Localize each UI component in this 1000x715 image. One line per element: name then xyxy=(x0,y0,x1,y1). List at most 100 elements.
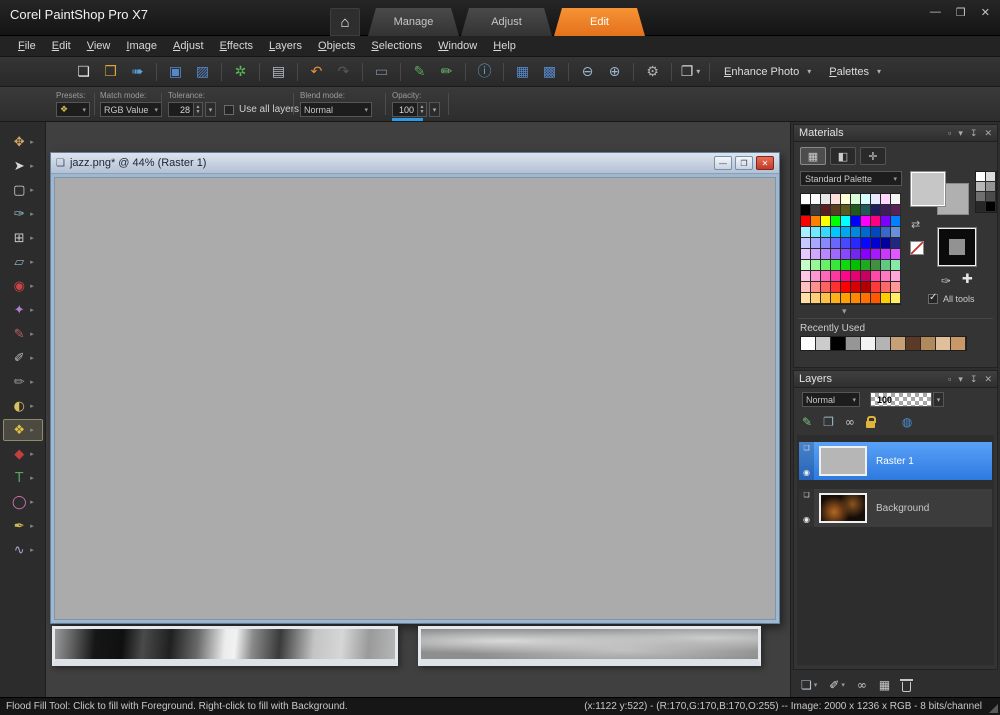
palette-swatch[interactable] xyxy=(841,282,851,293)
color-changer-tool[interactable]: ◆ ▸ xyxy=(3,443,43,465)
new-mask-button[interactable]: ✐ ▾ xyxy=(829,678,845,692)
recent-swatch[interactable] xyxy=(801,337,816,350)
layer-thumbnail[interactable] xyxy=(819,493,867,523)
flyout-arrow-icon[interactable]: ▸ xyxy=(30,378,34,386)
gray-swatch[interactable] xyxy=(976,182,986,192)
palette-swatch[interactable] xyxy=(851,271,861,282)
maximize-icon[interactable]: ❒ xyxy=(956,6,966,19)
panel-frame-icon[interactable]: ▫ xyxy=(948,128,951,138)
save-button[interactable]: ▣ xyxy=(163,60,188,84)
palette-swatch[interactable] xyxy=(821,216,831,227)
palette-swatch[interactable] xyxy=(821,238,831,249)
palette-swatch[interactable] xyxy=(871,249,881,260)
palette-swatch[interactable] xyxy=(851,293,861,304)
palette-swatch[interactable] xyxy=(801,216,811,227)
opacity-input[interactable]: 100 xyxy=(392,102,418,117)
batch-brush-button[interactable]: ✏ xyxy=(434,60,459,84)
palette-swatch[interactable] xyxy=(851,260,861,271)
flyout-arrow-icon[interactable]: ▸ xyxy=(30,186,34,194)
palette-swatch[interactable] xyxy=(801,205,811,216)
palette-swatch[interactable] xyxy=(891,238,901,249)
blend-mode-select[interactable]: Normal ▾ xyxy=(300,102,372,117)
review-brush-button[interactable]: ✎ xyxy=(407,60,432,84)
palette-swatch[interactable] xyxy=(861,293,871,304)
tolerance-slider-button[interactable]: ▾ xyxy=(205,102,216,117)
print-button[interactable]: ▤ xyxy=(266,60,291,84)
palette-swatch[interactable] xyxy=(871,293,881,304)
palette-swatch[interactable] xyxy=(891,205,901,216)
palette-swatch[interactable] xyxy=(871,227,881,238)
panel-close-icon[interactable]: ✕ xyxy=(984,128,992,139)
recent-swatch[interactable] xyxy=(831,337,846,350)
flyout-arrow-icon[interactable]: ▸ xyxy=(30,330,34,338)
palette-swatch[interactable] xyxy=(801,293,811,304)
palette-swatch[interactable] xyxy=(811,282,821,293)
palette-swatch[interactable] xyxy=(831,227,841,238)
materials-header[interactable]: Materials ▫ ▾ ↧ ✕ xyxy=(794,125,997,142)
eyedropper-icon[interactable]: ✑ xyxy=(941,274,951,288)
palette-swatch[interactable] xyxy=(871,205,881,216)
frame-view-button[interactable]: ▦ xyxy=(800,147,826,165)
menu-item-selections[interactable]: Selections xyxy=(363,37,430,55)
palette-swatch[interactable] xyxy=(871,260,881,271)
palette-swatch[interactable] xyxy=(811,194,821,205)
background-document-window-2[interactable] xyxy=(418,626,761,666)
layer-row-raster-1[interactable]: ❏ ◉ Raster 1 xyxy=(799,442,992,480)
palette-swatch[interactable] xyxy=(841,238,851,249)
new-layer-button[interactable]: ❏ ▾ xyxy=(801,678,817,692)
palette-swatch[interactable] xyxy=(891,293,901,304)
menu-item-help[interactable]: Help xyxy=(485,37,524,55)
palette-swatch[interactable] xyxy=(871,282,881,293)
menu-item-objects[interactable]: Objects xyxy=(310,37,363,55)
palette-swatch[interactable] xyxy=(841,271,851,282)
palette-swatch[interactable] xyxy=(811,227,821,238)
panel-menu-icon[interactable]: ▾ xyxy=(958,128,963,139)
palette-swatch[interactable] xyxy=(821,249,831,260)
warp-brush-tool[interactable]: ∿ ▸ xyxy=(3,539,43,561)
red-eye-tool[interactable]: ◉ ▸ xyxy=(3,275,43,297)
layer-opacity-widget[interactable]: 100 xyxy=(870,392,932,407)
copy-special-button[interactable]: ❐ ▾ xyxy=(678,60,703,84)
palette-swatch[interactable] xyxy=(821,194,831,205)
visibility-eye-icon[interactable]: ◉ xyxy=(803,516,810,524)
palette-swatch[interactable] xyxy=(811,271,821,282)
opacity-slider-button[interactable]: ▾ xyxy=(429,102,440,117)
undo-button[interactable]: ↶ xyxy=(304,60,329,84)
palette-swatch[interactable] xyxy=(881,249,891,260)
makeover-tool[interactable]: ✦ ▸ xyxy=(3,299,43,321)
merge-button[interactable]: ▦ xyxy=(879,678,890,692)
recent-swatch[interactable] xyxy=(936,337,951,350)
palette-swatch[interactable] xyxy=(881,227,891,238)
palettes-button[interactable]: Palettes ▾ xyxy=(820,60,890,84)
flyout-arrow-icon[interactable]: ▸ xyxy=(30,546,34,554)
opacity-spinner[interactable]: ▲ ▼ xyxy=(418,102,427,117)
flyout-arrow-icon[interactable]: ▸ xyxy=(30,210,34,218)
document-window[interactable]: ❏ jazz.png* @ 44% (Raster 1) — ❐ ✕ xyxy=(50,152,780,624)
layer-opacity-dropdown[interactable]: ▾ xyxy=(933,392,944,407)
palette-expander-icon[interactable]: ▾ xyxy=(842,306,847,317)
palette-swatch[interactable] xyxy=(871,238,881,249)
flyout-arrow-icon[interactable]: ▸ xyxy=(30,522,34,530)
share-button[interactable]: ✲ xyxy=(228,60,253,84)
tab-edit[interactable]: Edit xyxy=(554,8,645,36)
delete-layer-button[interactable] xyxy=(900,678,914,692)
clone-brush-tool[interactable]: ✎ ▸ xyxy=(3,323,43,345)
visibility-eye-icon[interactable]: ◉ xyxy=(803,469,810,477)
new-document-button[interactable]: ❏ xyxy=(71,60,96,84)
flyout-arrow-icon[interactable]: ▸ xyxy=(30,282,34,290)
foreground-material-swatch[interactable] xyxy=(937,227,977,267)
tab-adjust[interactable]: Adjust xyxy=(461,8,552,36)
use-all-layers-checkbox[interactable] xyxy=(224,104,234,115)
text-tool[interactable]: T ▸ xyxy=(3,467,43,489)
panel-frame-icon[interactable]: ▫ xyxy=(948,374,951,384)
flyout-arrow-icon[interactable]: ▸ xyxy=(30,498,34,506)
redo-button[interactable]: ↷ xyxy=(331,60,356,84)
menu-item-adjust[interactable]: Adjust xyxy=(165,37,212,55)
palette-swatch[interactable] xyxy=(821,271,831,282)
gray-swatch[interactable] xyxy=(976,202,986,212)
palette-swatch[interactable] xyxy=(801,260,811,271)
palette-swatch[interactable] xyxy=(841,216,851,227)
palette-swatch[interactable] xyxy=(891,194,901,205)
palette-swatch[interactable] xyxy=(831,238,841,249)
palette-swatch[interactable] xyxy=(861,260,871,271)
